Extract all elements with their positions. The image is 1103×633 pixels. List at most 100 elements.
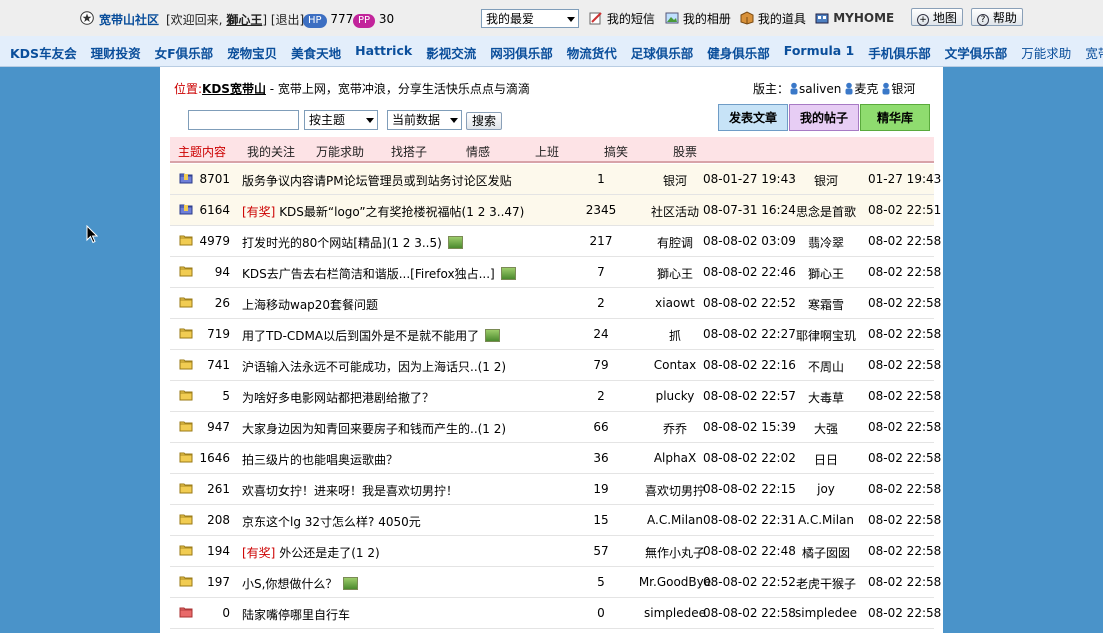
search-button[interactable]: 搜索 bbox=[466, 112, 503, 130]
tab-7[interactable]: 搞笑 bbox=[604, 143, 628, 160]
view-count: 4979 bbox=[199, 234, 230, 248]
last-replier-link[interactable]: 橘子囡囡 bbox=[782, 544, 870, 561]
topic-title-link[interactable]: 欢喜切女拧！进来呀！我是喜欢切男拧！ bbox=[242, 484, 458, 498]
tab-1[interactable]: 主题内容 bbox=[178, 143, 226, 160]
nav-item[interactable]: Hattrick bbox=[355, 43, 412, 62]
last-replier-link[interactable]: 日日 bbox=[782, 451, 870, 468]
nav-item[interactable]: 宽带山 bbox=[1085, 43, 1103, 62]
nav-item[interactable]: 女F俱乐部 bbox=[155, 43, 214, 62]
nav-item[interactable]: 网羽俱乐部 bbox=[490, 43, 553, 62]
topic-title-link[interactable]: 小S,你想做什么？ bbox=[242, 577, 337, 591]
nav-item[interactable]: 健身俱乐部 bbox=[707, 43, 770, 62]
table-row[interactable]: 4979 打发时光的80个网站[精品](1 2 3..5) 217 有腔调 08-08-… bbox=[170, 226, 941, 257]
last-replier-link[interactable]: 老虎干猴子 bbox=[782, 575, 870, 592]
nav-item[interactable]: 手机俱乐部 bbox=[868, 43, 931, 62]
tab-6[interactable]: 上班 bbox=[535, 143, 559, 160]
moderator-link[interactable]: saliven bbox=[799, 82, 841, 96]
help-button[interactable]: ? 帮助 bbox=[971, 8, 1023, 26]
last-replier-link[interactable]: 银河 bbox=[782, 172, 870, 189]
last-replier-link[interactable]: 寒霜雪 bbox=[782, 296, 870, 313]
nav-item[interactable]: 物流货代 bbox=[567, 43, 617, 62]
topic-title-link[interactable]: 外公还是走了(1 2) bbox=[275, 546, 379, 560]
last-replier-link[interactable]: joy bbox=[782, 482, 870, 496]
table-row[interactable]: 194 [有奖] 外公还是走了(1 2) 57 無作小丸子 08-08-02 22:48… bbox=[170, 536, 941, 567]
last-replier-link[interactable]: 大强 bbox=[782, 420, 870, 437]
topic-title-link[interactable]: 京东这个lg 32寸怎么样? 4050元 bbox=[242, 515, 421, 529]
search-input[interactable] bbox=[188, 110, 299, 130]
last-replier-link[interactable]: 獅心王 bbox=[782, 265, 870, 282]
search-scope-select[interactable]: 当前数据 bbox=[387, 110, 462, 130]
album-link[interactable]: 我的相册 bbox=[665, 10, 731, 27]
topic-title-link[interactable]: 大家身边因为知青回来要房子和钱而产生的..(1 2) bbox=[242, 422, 506, 436]
last-replier-link[interactable]: A.C.Milan bbox=[782, 513, 870, 527]
nav-item[interactable]: 宠物宝贝 bbox=[227, 43, 277, 62]
myhome-link[interactable]: MYHOME bbox=[815, 10, 894, 25]
topic-title-link[interactable]: 版务争议内容请PM论坛管理员或到站务讨论区发贴 bbox=[242, 174, 512, 188]
last-replier-link[interactable]: simpledee bbox=[782, 606, 870, 620]
table-row[interactable]: 5 为啥好多电影网站都把港剧给撤了？ 2 plucky 08-08-02 22:57 大毒… bbox=[170, 381, 941, 412]
tab-4[interactable]: 找搭子 bbox=[391, 143, 427, 160]
view-count: 5 bbox=[222, 389, 230, 403]
table-row[interactable]: 8701 版务争议内容请PM论坛管理员或到站务讨论区发贴 1 银河 08-01-27 1… bbox=[170, 164, 941, 195]
topic-title-link[interactable]: 打发时光的80个网站[精品](1 2 3..5) bbox=[242, 236, 442, 250]
table-row[interactable]: 1646 拍三级片的也能唱奥运歌曲？ 36 AlphaX 08-08-02 22:02 日… bbox=[170, 443, 941, 474]
table-row[interactable]: 26 上海移动wap20套餐问题 2 xiaowt 08-08-02 22:52 寒霜雪 0… bbox=[170, 288, 941, 319]
topic-title-link[interactable]: KDS最新“logo”之有奖抢楼祝福帖(1 2 3..47) bbox=[275, 205, 524, 219]
last-reply-time: 08-02 22:58 bbox=[868, 451, 942, 465]
topic-title-link[interactable]: 沪语输入法永远不可能成功，因为上海话只..(1 2) bbox=[242, 360, 506, 374]
favorites-select-value: 我的最爱 bbox=[486, 12, 535, 26]
nav-item[interactable]: KDS车友会 bbox=[10, 43, 77, 62]
last-replier-link[interactable]: 耶律啊宝玑 bbox=[782, 327, 870, 344]
box-icon bbox=[740, 11, 754, 25]
last-reply-time: 08-02 22:51 bbox=[868, 203, 942, 217]
username-link[interactable]: 獅心王 bbox=[226, 13, 262, 27]
last-replier-link[interactable]: 思念是首歌 bbox=[782, 203, 870, 220]
table-row[interactable]: 947 大家身边因为知青回来要房子和钱而产生的..(1 2) 66 乔乔 08-08-0… bbox=[170, 412, 941, 443]
board-link[interactable]: KDS宽带山 bbox=[202, 82, 266, 96]
topic-title-link[interactable]: 为啥好多电影网站都把港剧给撤了？ bbox=[242, 391, 434, 405]
plus-circle-icon: + bbox=[917, 14, 929, 26]
last-replier-link[interactable]: 翡冷翠 bbox=[782, 234, 870, 251]
table-row[interactable]: 208 京东这个lg 32寸怎么样? 4050元 15 A.C.Milan 08-08-… bbox=[170, 505, 941, 536]
moderator-link[interactable]: 银河 bbox=[891, 82, 915, 96]
table-row[interactable]: 261 欢喜切女拧！进来呀！我是喜欢切男拧！ 19 喜欢切男拧 08-08-02 22:… bbox=[170, 474, 941, 505]
last-replier-link[interactable]: 大毒草 bbox=[782, 389, 870, 406]
logout-link[interactable]: [退出] bbox=[271, 13, 304, 27]
table-row[interactable]: 94 KDS去广告去右栏简洁和谐版...[Firefox独占...] 7 獅心王 08-… bbox=[170, 257, 941, 288]
nav-item[interactable]: 万能求助 bbox=[1021, 43, 1071, 62]
nav-item[interactable]: 美食天地 bbox=[291, 43, 341, 62]
favorites-select[interactable]: 我的最爱 bbox=[481, 9, 579, 28]
topic-title-link[interactable]: KDS去广告去右栏简洁和谐版...[Firefox独占...] bbox=[242, 267, 495, 281]
site-name-link[interactable]: 宽带山社区 bbox=[99, 11, 159, 28]
search-by-select[interactable]: 按主题 bbox=[304, 110, 378, 130]
last-reply-time: 08-02 22:58 bbox=[868, 265, 942, 279]
post-article-button[interactable]: 发表文章 bbox=[718, 104, 788, 131]
sms-link[interactable]: 我的短信 bbox=[589, 10, 655, 27]
digest-button[interactable]: 精华库 bbox=[860, 104, 930, 131]
tab-5[interactable]: 情感 bbox=[466, 143, 490, 160]
topic-title-link[interactable]: 上海移动wap20套餐问题 bbox=[242, 298, 378, 312]
moderators-label: 版主： bbox=[753, 82, 790, 96]
nav-item[interactable]: Formula 1 bbox=[784, 43, 854, 62]
moderator-link[interactable]: 麦克 bbox=[854, 82, 878, 96]
tab-8[interactable]: 股票 bbox=[673, 143, 697, 160]
tab-2[interactable]: 我的关注 bbox=[247, 143, 295, 160]
map-button[interactable]: + 地图 bbox=[911, 8, 963, 26]
topic-title-link[interactable]: 用了TD-CDMA以后到国外是不是就不能用了 bbox=[242, 329, 479, 343]
nav-item[interactable]: 影视交流 bbox=[426, 43, 476, 62]
nav-item[interactable]: 理财投资 bbox=[91, 43, 141, 62]
tab-3[interactable]: 万能求助 bbox=[316, 143, 364, 160]
chevron-down-icon bbox=[567, 17, 575, 22]
table-row[interactable]: 719 用了TD-CDMA以后到国外是不是就不能用了 24 抓 08-08-02 22:… bbox=[170, 319, 941, 350]
my-posts-button[interactable]: 我的帖子 bbox=[789, 104, 859, 131]
topic-title-link[interactable]: 拍三级片的也能唱奥运歌曲？ bbox=[242, 453, 398, 467]
items-link[interactable]: 我的道具 bbox=[740, 10, 806, 27]
table-row[interactable]: 741 沪语输入法永远不可能成功，因为上海话只..(1 2) 79 Contax 08-… bbox=[170, 350, 941, 381]
table-row[interactable]: 0 陆家嘴停哪里自行车 0 simpledee 08-08-02 22:58 simple… bbox=[170, 598, 941, 629]
last-replier-link[interactable]: 不周山 bbox=[782, 358, 870, 375]
table-row[interactable]: 6164 [有奖] KDS最新“logo”之有奖抢楼祝福帖(1 2 3..47) 2… bbox=[170, 195, 941, 226]
nav-item[interactable]: 文学俱乐部 bbox=[945, 43, 1008, 62]
topic-title-link[interactable]: 陆家嘴停哪里自行车 bbox=[242, 608, 350, 622]
nav-item[interactable]: 足球俱乐部 bbox=[631, 43, 694, 62]
table-row[interactable]: 197 小S,你想做什么？ 5 Mr.GoodBye 08-08-02 22:52 老虎干… bbox=[170, 567, 941, 598]
